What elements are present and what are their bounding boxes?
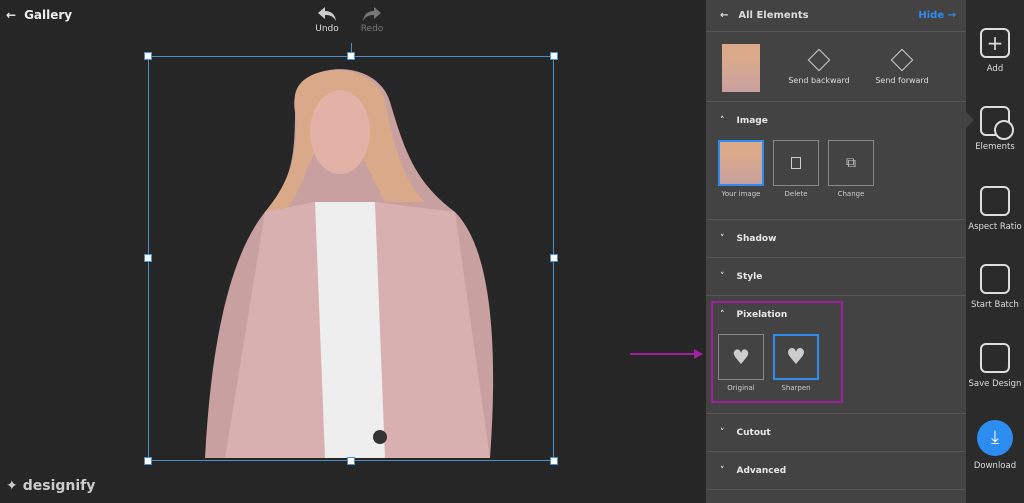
resize-handle[interactable] (550, 52, 558, 60)
undo-button[interactable]: Undo (309, 6, 345, 34)
send-backward-icon (807, 48, 831, 72)
trash-icon (791, 157, 801, 169)
swap-icon: ⧉ (846, 155, 856, 171)
redo-button[interactable]: Redo (354, 6, 390, 34)
undo-label: Undo (315, 24, 339, 34)
section-advanced[interactable]: ˅ Advanced (706, 452, 966, 490)
resize-handle[interactable] (144, 254, 152, 262)
selection-box[interactable] (144, 43, 558, 465)
chevron-up-icon: ˄ (720, 116, 725, 126)
send-forward-icon (890, 48, 914, 72)
arrow-left-icon[interactable]: ← (720, 10, 728, 21)
elements-panel: ← All Elements Hide → Send backward Send… (706, 0, 966, 503)
rail-start-batch[interactable]: Start Batch (966, 264, 1024, 310)
resize-handle[interactable] (550, 457, 558, 465)
send-forward-button[interactable]: Send forward (869, 48, 935, 85)
delete-tile[interactable] (773, 140, 819, 186)
rotate-handle[interactable] (351, 43, 352, 52)
back-to-gallery[interactable]: ← Gallery (6, 8, 72, 22)
rail-add[interactable]: + Add (966, 28, 1024, 74)
rail-aspect-ratio[interactable]: Aspect Ratio (966, 186, 1024, 232)
redo-icon (363, 7, 381, 21)
rail-download[interactable]: ⤓ Download (966, 420, 1024, 471)
aspect-ratio-icon (980, 186, 1010, 216)
section-style[interactable]: ˅ Style (706, 258, 966, 296)
chevron-down-icon: ˅ (720, 427, 725, 438)
send-backward-button[interactable]: Send backward (784, 48, 854, 85)
undo-icon (318, 7, 336, 21)
section-image-header[interactable]: ˄ Image (706, 102, 966, 140)
change-tile[interactable]: ⧉ (828, 140, 874, 186)
download-icon: ⤓ (977, 420, 1013, 456)
chevron-down-icon: ˅ (720, 233, 725, 244)
shapes-icon (980, 106, 1014, 140)
your-image-tile[interactable] (718, 140, 764, 186)
chevron-down-icon: ˅ (720, 271, 725, 282)
sparkle-icon: ✦ (6, 478, 18, 494)
annotation-arrow (630, 353, 696, 355)
arrow-head-icon (694, 349, 703, 359)
resize-handle[interactable] (347, 457, 355, 465)
resize-handle[interactable] (144, 457, 152, 465)
resize-handle[interactable] (144, 52, 152, 60)
plus-icon: + (980, 28, 1010, 58)
brand-name: designify (22, 478, 96, 494)
arrow-left-icon: ← (6, 8, 17, 22)
save-icon (980, 343, 1010, 373)
gallery-label: Gallery (24, 8, 73, 22)
rail-save-design[interactable]: Save Design (966, 343, 1024, 389)
resize-handle[interactable] (550, 254, 558, 262)
resize-handle[interactable] (347, 52, 355, 60)
rail-elements[interactable]: Elements (966, 106, 1024, 152)
hide-panel-button[interactable]: Hide → (918, 10, 956, 21)
designify-logo: ✦ designify (6, 478, 95, 494)
element-thumbnail (722, 44, 760, 92)
redo-label: Redo (360, 24, 384, 34)
right-toolbar: + Add Elements Aspect Ratio Start Batch S… (966, 0, 1024, 503)
pixelation-highlight (711, 301, 843, 403)
section-cutout[interactable]: ˅ Cutout (706, 414, 966, 452)
section-shadow[interactable]: ˅ Shadow (706, 220, 966, 258)
chevron-down-icon: ˅ (720, 465, 725, 476)
stack-icon (980, 264, 1010, 294)
panel-title: All Elements (738, 10, 809, 21)
